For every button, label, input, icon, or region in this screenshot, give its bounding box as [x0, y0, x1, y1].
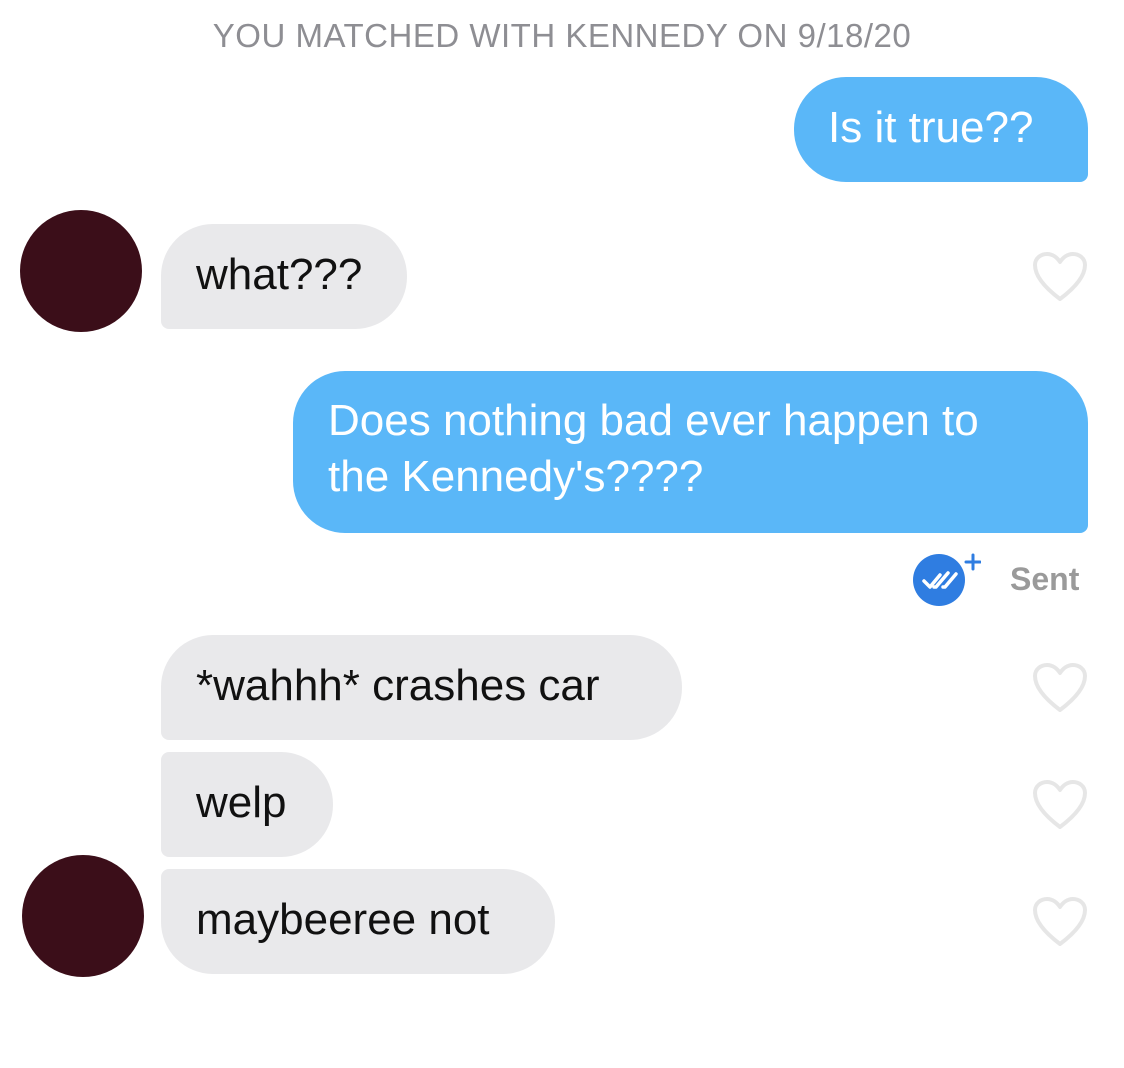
message-text-line: the Kennedy's????: [328, 452, 704, 501]
message-text: welp: [196, 778, 287, 827]
message-text-line: Does nothing bad ever happen to: [328, 396, 979, 445]
incoming-message-bubble[interactable]: *wahhh* crashes car: [161, 635, 682, 740]
message-text: Is it true??: [828, 103, 1034, 152]
avatar[interactable]: [20, 210, 142, 332]
incoming-message-bubble[interactable]: welp: [161, 752, 333, 857]
message-text: what???: [196, 250, 363, 299]
like-heart-icon[interactable]: [1032, 251, 1088, 303]
read-receipt-icon[interactable]: [911, 552, 981, 608]
avatar[interactable]: [22, 855, 144, 977]
match-header: YOU MATCHED WITH KENNEDY ON 9/18/20: [212, 17, 912, 54]
like-heart-icon[interactable]: [1032, 896, 1088, 948]
message-text: maybeeree not: [196, 895, 490, 944]
message-text: *wahhh* crashes car: [196, 661, 600, 710]
outgoing-message-bubble[interactable]: Does nothing bad ever happen to the Kenn…: [293, 371, 1088, 533]
outgoing-message-bubble[interactable]: Is it true??: [794, 77, 1088, 182]
delivery-status: Sent: [1010, 561, 1080, 597]
like-heart-icon[interactable]: [1032, 662, 1088, 714]
incoming-message-bubble[interactable]: what???: [161, 224, 407, 329]
like-heart-icon[interactable]: [1032, 779, 1088, 831]
incoming-message-bubble[interactable]: maybeeree not: [161, 869, 555, 974]
